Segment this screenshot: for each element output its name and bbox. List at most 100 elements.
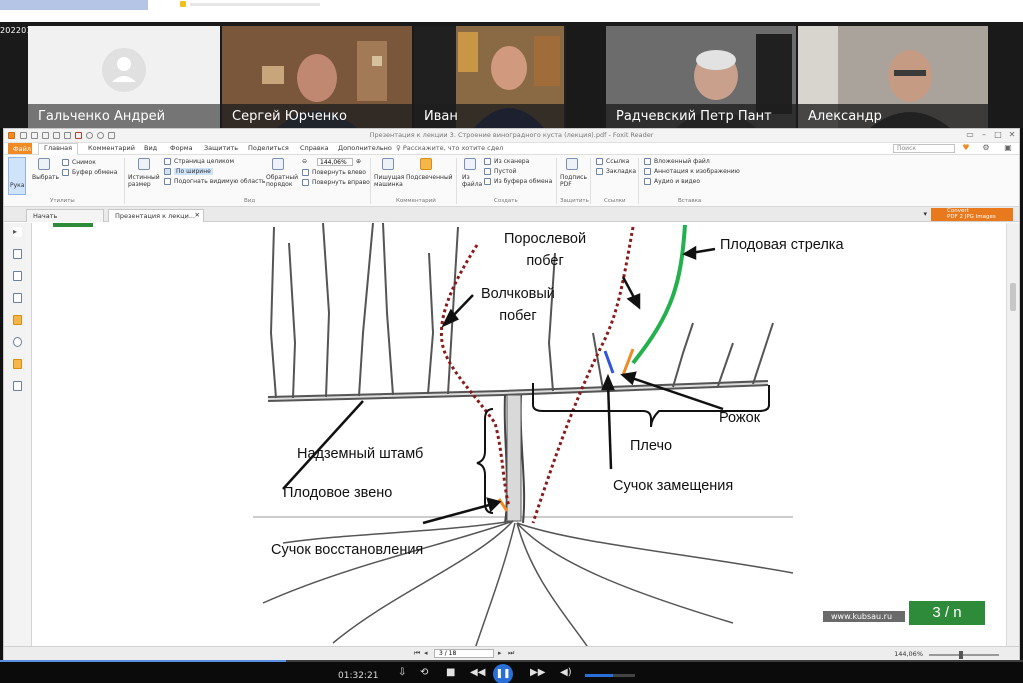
repeat-icon[interactable]: ⟲: [420, 667, 428, 679]
close-button[interactable]: ✕: [1007, 130, 1017, 140]
prev-page-icon[interactable]: ◂: [424, 649, 428, 657]
menu-home[interactable]: Главная: [38, 143, 79, 155]
select-icon[interactable]: [38, 158, 50, 170]
participant-tile-5[interactable]: Александр: [798, 26, 988, 128]
group-create: Создать: [494, 198, 518, 204]
vertical-scrollbar[interactable]: [1006, 223, 1019, 655]
attached-file-button[interactable]: Вложенный файл: [654, 158, 710, 165]
fit-page-button[interactable]: Страница целиком: [174, 158, 234, 165]
tab-start[interactable]: Начать: [26, 209, 104, 222]
document-viewport[interactable]: Порослевой побег Плодовая стрелка Волчко…: [33, 223, 1007, 655]
page-number-input[interactable]: 3 / 18: [434, 649, 494, 658]
sign-pdf-icon[interactable]: [566, 158, 578, 170]
ghost-address: [190, 3, 320, 6]
from-file-button[interactable]: Из файла: [462, 174, 482, 188]
group-comment: Комментарий: [396, 198, 436, 204]
ribbon-toggle-icon[interactable]: ▭: [965, 130, 975, 140]
last-page-icon[interactable]: ⏭: [508, 649, 514, 658]
signatures-panel-icon[interactable]: [13, 381, 22, 391]
left-navigation-panel: ▸: [4, 223, 32, 655]
rewind-icon[interactable]: ◀◀: [470, 667, 485, 679]
participant-tile-2[interactable]: Сергей Юрченко: [222, 26, 412, 128]
tab-presentation[interactable]: Презентация к лекци... ✕: [108, 209, 204, 222]
zoom-slider[interactable]: [929, 651, 999, 659]
attachments-panel-icon[interactable]: [13, 337, 22, 347]
fast-forward-icon[interactable]: ▶▶: [530, 667, 545, 679]
participant-name: Радчевский Петр Пант: [616, 109, 772, 124]
security-panel-icon[interactable]: [13, 359, 22, 369]
volume-icon[interactable]: ◀): [560, 667, 572, 679]
menu-file[interactable]: Файл: [8, 143, 32, 154]
participant-tile-1[interactable]: Гальченко Андрей: [28, 26, 220, 128]
zoom-in-icon[interactable]: ⊕: [356, 158, 361, 165]
convert-ad-button[interactable]: Convert PDF 2 JPG Images: [931, 208, 1013, 221]
zoom-input[interactable]: 144,06%: [317, 158, 353, 166]
next-page-icon[interactable]: ▸: [498, 649, 502, 657]
stop-icon[interactable]: ■: [446, 667, 455, 679]
comments-panel-icon[interactable]: [13, 315, 22, 325]
menu-protect[interactable]: Защитить: [204, 144, 238, 152]
progress-track[interactable]: [0, 660, 1023, 662]
menu-comment[interactable]: Комментарий: [88, 144, 135, 152]
rotate-right-button[interactable]: Повернуть вправо: [312, 179, 370, 186]
account-icon[interactable]: ▣: [1003, 143, 1013, 153]
from-clipboard-button[interactable]: Из буфера обмена: [494, 178, 552, 185]
panel-collapse-icon[interactable]: ▸: [13, 227, 22, 237]
image-annotation-button[interactable]: Аннотация к изображению: [654, 168, 740, 175]
menu-form[interactable]: Форма: [170, 144, 193, 152]
audio-video-button[interactable]: Аудио и видео: [654, 178, 700, 185]
highlight-button[interactable]: Подсвеченный: [406, 174, 453, 181]
from-file-icon[interactable]: [464, 158, 476, 170]
reflow-button[interactable]: Обратный порядок: [266, 174, 298, 188]
typewriter-icon[interactable]: [382, 158, 394, 170]
maximize-button[interactable]: □: [993, 130, 1003, 140]
rotate-left-button[interactable]: Повернуть влево: [312, 169, 366, 176]
volume-slider[interactable]: [585, 674, 635, 677]
tab-dropdown-icon[interactable]: ▾: [923, 210, 927, 218]
fit-visible-button[interactable]: Подогнать видимую область: [174, 178, 265, 185]
clipboard-button[interactable]: Буфер обмена: [72, 169, 117, 176]
fit-visible-icon: [164, 178, 171, 185]
rotate-right-icon: [302, 179, 309, 186]
link-button[interactable]: Ссылка: [606, 158, 629, 165]
pages-panel-icon[interactable]: [13, 271, 22, 281]
blank-button[interactable]: Пустой: [494, 168, 516, 175]
menu-help[interactable]: Справка: [300, 144, 329, 152]
pause-button[interactable]: ❚❚: [493, 664, 513, 683]
select-label[interactable]: Выбрать: [32, 174, 59, 181]
actual-size-button[interactable]: Истинный размер: [128, 174, 160, 188]
menu-share[interactable]: Поделиться: [248, 144, 289, 152]
from-scanner-button[interactable]: Из сканера: [494, 158, 529, 165]
highlight-icon[interactable]: [420, 158, 432, 170]
menu-extras[interactable]: Дополнительно: [338, 144, 392, 152]
sign-pdf-button[interactable]: Подпись PDF: [560, 174, 587, 188]
fit-width-button[interactable]: По ширине: [174, 168, 213, 175]
zoom-out-icon[interactable]: ⊖: [302, 158, 307, 165]
bookmarks-panel-icon[interactable]: [13, 249, 22, 259]
bookmark-button[interactable]: Закладка: [606, 168, 636, 175]
scrollbar-thumb[interactable]: [1010, 283, 1016, 311]
ribbon-toolbar: Рука Выбрать Снимок Буфер обмена Утилиты…: [4, 155, 1019, 207]
minimize-button[interactable]: –: [979, 130, 989, 140]
tell-me-field[interactable]: ♀ Расскажите, что хотите сдел: [396, 144, 503, 152]
layers-panel-icon[interactable]: [13, 293, 22, 303]
heart-icon[interactable]: ♥: [961, 143, 971, 153]
reflow-icon[interactable]: [272, 158, 284, 170]
fruit-cane-path: [631, 224, 687, 365]
zoom-slider-knob[interactable]: [959, 651, 963, 659]
close-tab-icon[interactable]: ✕: [195, 211, 200, 219]
hand-tool-button[interactable]: [8, 157, 26, 195]
participant-tile-3[interactable]: Иван: [414, 26, 566, 128]
menu-view[interactable]: Вид: [144, 144, 157, 152]
first-page-icon[interactable]: ⏮: [414, 649, 420, 658]
ribbon-separator: [556, 158, 557, 204]
download-icon[interactable]: ⇩: [398, 667, 406, 679]
ribbon-separator: [124, 158, 125, 204]
group-view: Вид: [244, 198, 256, 204]
search-input[interactable]: Поиск: [893, 144, 955, 153]
typewriter-button[interactable]: Пишущая машинка: [374, 174, 404, 188]
settings-icon[interactable]: ⚙: [981, 143, 991, 153]
participant-tile-4[interactable]: Радчевский Петр Пант: [606, 26, 796, 128]
actual-size-icon[interactable]: [138, 158, 150, 170]
snapshot-button[interactable]: Снимок: [72, 159, 96, 166]
